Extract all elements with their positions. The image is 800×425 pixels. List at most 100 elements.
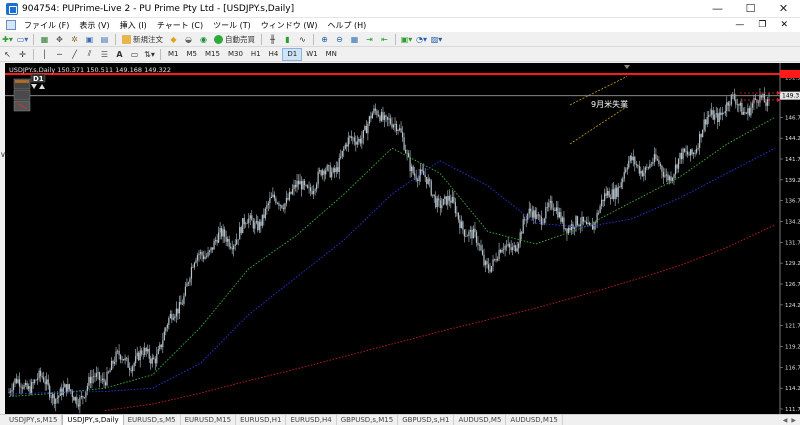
metaeditor-icon[interactable]: ◆ <box>167 33 180 46</box>
arrows-icon[interactable]: ⇅▾ <box>143 48 156 61</box>
chart-shift-icon[interactable]: ⇤ <box>378 33 391 46</box>
close-button[interactable]: ✕ <box>767 0 800 18</box>
chart-tab-eurusd-h4[interactable]: EURUSD,H4 <box>286 415 337 425</box>
timeframe-h1[interactable]: H1 <box>247 48 265 61</box>
candle-body <box>686 151 689 155</box>
candle-body <box>563 217 565 230</box>
chart-tab-usdjpy-daily[interactable]: USDJPY,s,Daily <box>62 415 124 425</box>
zoom-out-icon[interactable]: ⊖ <box>333 33 346 46</box>
candle-body <box>392 125 395 128</box>
new-order-button[interactable]: 新規注文 <box>120 33 165 46</box>
menu-view[interactable]: 表示 (V) <box>74 20 114 31</box>
chart-tab-gbpusd-m15[interactable]: GBPUSD,s,M15 <box>337 415 399 425</box>
candle-body <box>475 231 478 243</box>
market-icon[interactable]: ◉ <box>197 33 210 46</box>
candle-body <box>442 198 444 206</box>
maximize-button[interactable]: ☐ <box>734 0 767 18</box>
candle-body <box>714 114 716 120</box>
candle-body <box>147 348 149 352</box>
auto-scroll-icon[interactable]: ⇥ <box>363 33 376 46</box>
timeframe-h4[interactable]: H4 <box>265 48 283 61</box>
candle-body <box>524 219 526 221</box>
zoom-in-icon[interactable]: ⊕ <box>318 33 331 46</box>
timeframe-m1[interactable]: M1 <box>164 48 183 61</box>
candle-body <box>290 191 292 194</box>
candle-body <box>210 247 212 251</box>
panel-button-2[interactable] <box>13 89 31 101</box>
menu-tools[interactable]: ツール (T) <box>208 20 256 31</box>
signals-icon[interactable]: ◒ <box>182 33 195 46</box>
child-restore-button[interactable]: ❐ <box>758 20 766 30</box>
candle-body <box>733 94 735 100</box>
navigator-icon[interactable]: ✲ <box>68 33 81 46</box>
candle-body <box>28 386 30 389</box>
chart-tab-usdjpy-m15[interactable]: USDJPY,s,M15 <box>5 415 63 425</box>
chart-annotation[interactable]: 9月米失業 <box>591 99 628 109</box>
new-chart-icon[interactable]: ✚▾ <box>1 33 14 46</box>
timeframe-m5[interactable]: M5 <box>183 48 202 61</box>
menu-charts[interactable]: チャート (C) <box>152 20 208 31</box>
tab-scroll-left-button[interactable]: ◀ <box>783 415 788 425</box>
chart-window-icon[interactable] <box>6 20 16 30</box>
candle-body <box>266 205 268 209</box>
horizontal-line-icon[interactable]: ─ <box>53 48 66 61</box>
candle-body <box>276 203 279 204</box>
crosshair-icon[interactable]: ✛ <box>16 48 29 61</box>
indicators-icon[interactable]: ▣▾ <box>400 33 413 46</box>
menu-insert[interactable]: 挿入 (I) <box>115 20 152 31</box>
timeframe-m15[interactable]: M15 <box>201 48 224 61</box>
timeframe-w1[interactable]: W1 <box>302 48 321 61</box>
market-watch-icon[interactable]: ▦ <box>38 33 51 46</box>
tab-scroll-right-button[interactable]: ▶ <box>791 415 796 425</box>
profiles-icon[interactable]: ▭▾ <box>16 33 29 46</box>
text-label-icon[interactable]: ▭ <box>128 48 141 61</box>
child-close-button[interactable]: ✕ <box>780 20 788 30</box>
chart-tab-audusd-m15[interactable]: AUDUSD,M15 <box>506 415 563 425</box>
chart-tab-eurusd-m15[interactable]: EURUSD,M15 <box>181 415 237 425</box>
auto-trading-button[interactable]: 自動売買 <box>212 33 257 46</box>
candle-body <box>631 156 633 161</box>
candle-body <box>546 207 548 208</box>
candle-body <box>92 376 95 377</box>
chart-tab-eurusd-s-m5[interactable]: EURUSD,s,M5 <box>124 415 181 425</box>
fibonacci-icon[interactable]: ☰ <box>98 48 111 61</box>
candle-body <box>190 267 193 279</box>
candle-body <box>115 351 117 363</box>
chart-tab-gbpusd-h1[interactable]: GBPUSD,s,H1 <box>398 415 455 425</box>
menu-window[interactable]: ウィンドウ (W) <box>256 20 323 31</box>
candle-body <box>581 216 583 225</box>
chart-tab-audusd-m5[interactable]: AUDUSD,M5 <box>454 415 507 425</box>
chart-area[interactable]: 151.5 146.7 144.2 141.7 139.2 136.7 134.2 131.7… <box>5 63 800 424</box>
text-tool-icon[interactable]: A <box>113 48 126 61</box>
equidistant-channel-icon[interactable]: ⫽ <box>83 48 96 61</box>
tile-windows-icon[interactable]: ▦ <box>348 33 361 46</box>
child-minimize-button[interactable]: — <box>735 20 744 30</box>
candlestick-icon[interactable]: ▮ <box>281 33 294 46</box>
data-window-icon[interactable]: ✥ <box>53 33 66 46</box>
trendline-icon[interactable]: ╱ <box>68 48 81 61</box>
bar-chart-icon[interactable]: ╫ <box>266 33 279 46</box>
candle-body <box>760 94 763 98</box>
periods-icon[interactable]: ◔▾ <box>415 33 428 46</box>
candle-body <box>258 221 260 231</box>
candle-body <box>294 184 297 188</box>
templates-icon[interactable]: ▨▾ <box>430 33 443 46</box>
timeframe-m30[interactable]: M30 <box>224 48 247 61</box>
candle-body <box>670 176 672 181</box>
vertical-line-icon[interactable]: │ <box>38 48 51 61</box>
minimize-button[interactable]: — <box>701 0 734 18</box>
strategy-tester-icon[interactable]: ▤ <box>98 33 111 46</box>
candle-body <box>225 236 227 242</box>
candle-body <box>401 132 404 138</box>
line-chart-icon[interactable]: ∿ <box>296 33 309 46</box>
candle-body <box>303 180 306 186</box>
timeframe-d1[interactable]: D1 <box>282 47 303 61</box>
timeframe-mn[interactable]: MN <box>322 48 341 61</box>
cursor-icon[interactable]: ↖ <box>1 48 14 61</box>
candle-body <box>456 212 458 214</box>
terminal-icon[interactable]: ▣ <box>83 33 96 46</box>
menu-help[interactable]: ヘルプ (H) <box>322 20 371 31</box>
menu-file[interactable]: ファイル (F) <box>19 20 74 31</box>
candle-body <box>267 203 269 206</box>
chart-tab-eurusd-h1[interactable]: EURUSD,H1 <box>236 415 287 425</box>
